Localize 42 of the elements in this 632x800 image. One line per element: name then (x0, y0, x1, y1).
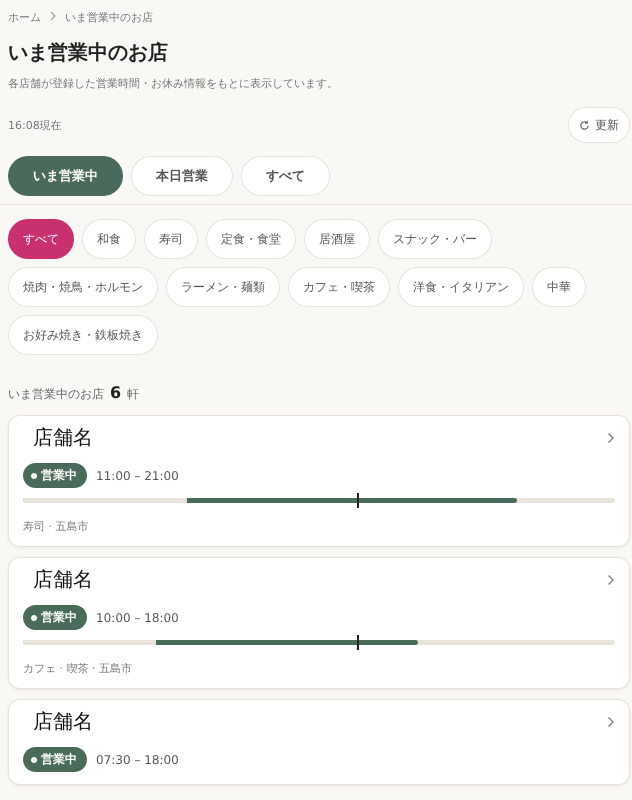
breadcrumb-item: いま営業中のお店 (65, 10, 153, 25)
status-badge: 営業中 (23, 605, 87, 630)
refresh-button[interactable]: 更新 (568, 107, 630, 143)
result-label: いま営業中のお店 (8, 386, 104, 403)
category-chip[interactable]: 居酒屋 (304, 219, 370, 259)
category-chip[interactable]: すべて (8, 219, 74, 259)
opening-hours: 10:00 – 18:00 (96, 610, 179, 624)
filter-tab[interactable]: 本日営業 (131, 156, 233, 196)
shop-card[interactable]: 店舗名 営業中 11:00 – 21:00 寿司 · 五島市 (8, 415, 630, 547)
opening-hours: 07:30 – 18:00 (96, 752, 179, 766)
category-chip[interactable]: スナック・バー (378, 219, 492, 259)
timestamp: 16:08現在 (8, 118, 62, 132)
category-chip[interactable]: カフェ・喫茶 (288, 267, 390, 307)
shop-category-location: 寿司 · 五島市 (23, 519, 90, 534)
page-title: いま営業中のお店 (8, 39, 169, 66)
shop-name: 店舗名 (33, 424, 93, 451)
status-badge: 営業中 (23, 463, 87, 488)
category-chip[interactable]: ラーメン・麺類 (166, 267, 280, 307)
shop-category-location: カフェ · 喫茶 · 五島市 (23, 661, 133, 676)
breadcrumb-item[interactable]: ホーム (8, 10, 41, 25)
result-count: 6 (110, 383, 122, 402)
page-description: 各店舗が登録した営業時間・お休み情報をもとに表示しています。 (8, 76, 339, 91)
result-unit: 軒 (127, 386, 140, 403)
shop-card[interactable]: 店舗名 営業中 07:30 – 18:00 (8, 699, 630, 785)
refresh-icon (579, 120, 590, 130)
category-chip[interactable]: 中華 (532, 267, 586, 307)
category-chip[interactable]: 洋食・イタリアン (398, 267, 524, 307)
filter-tab[interactable]: すべて (241, 156, 330, 196)
category-chip[interactable]: 寿司 (144, 219, 198, 259)
opening-hours: 11:00 – 21:00 (96, 468, 179, 482)
chevron-icon (607, 574, 615, 586)
category-chip[interactable]: お好み焼き・鉄板焼き (8, 315, 158, 355)
status-badge: 営業中 (23, 747, 87, 772)
chevron-icon (607, 432, 615, 444)
category-chip[interactable]: 定食・食堂 (206, 219, 296, 259)
shop-card[interactable]: 店舗名 営業中 10:00 – 18:00 カフェ · 喫茶 · 五島市 (8, 557, 630, 689)
shop-name: 店舗名 (33, 566, 93, 593)
filter-tab[interactable]: いま営業中 (8, 156, 123, 196)
chevron-icon (607, 716, 615, 728)
shop-name: 店舗名 (33, 708, 93, 735)
category-chip[interactable]: 焼肉・焼鳥・ホルモン (8, 267, 158, 307)
category-chip[interactable]: 和食 (82, 219, 136, 259)
